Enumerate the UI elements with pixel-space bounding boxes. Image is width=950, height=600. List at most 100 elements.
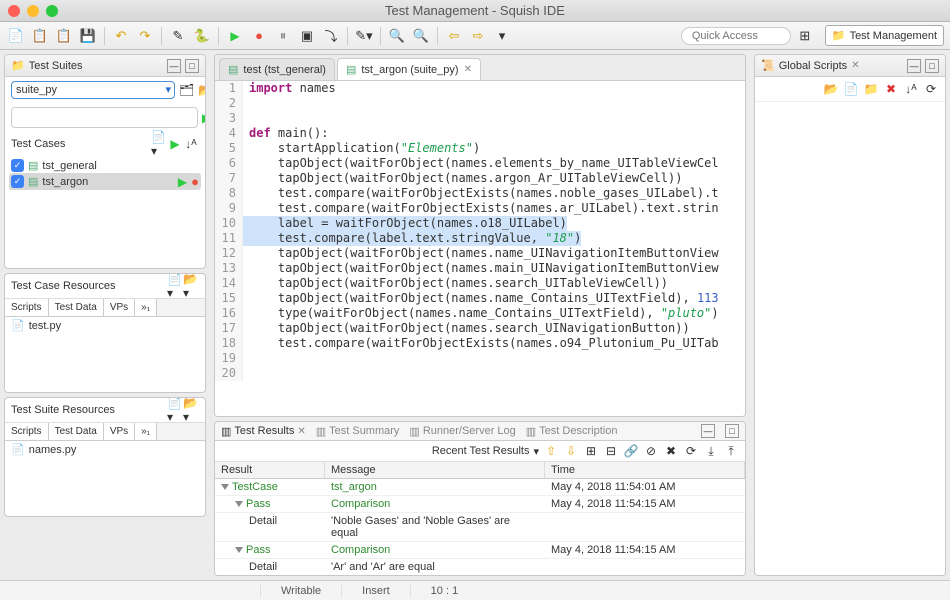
result-row[interactable]: TestCase tst_argon May 4, 2018 11:54:01 …: [215, 479, 745, 496]
new-icon[interactable]: 📄: [6, 26, 26, 46]
minimize-view-icon[interactable]: —: [167, 59, 181, 73]
resource-tab[interactable]: Test Data: [49, 423, 104, 440]
python-icon[interactable]: 🐍: [192, 26, 212, 46]
results-tab[interactable]: ▥Test Description: [526, 425, 618, 438]
editor-tab[interactable]: ▤ tst_argon (suite_py)✕: [337, 58, 481, 80]
result-row[interactable]: Detail 'Ar' and 'Ar' are equal: [215, 559, 745, 575]
dropdown-icon[interactable]: ▾: [533, 445, 539, 458]
quick-access-input[interactable]: [681, 27, 791, 45]
collapse-icon[interactable]: ⊟: [603, 443, 619, 459]
save-icon[interactable]: 💾: [78, 26, 98, 46]
nav-dropdown-icon[interactable]: ▾: [492, 26, 512, 46]
resource-tab[interactable]: VPs: [104, 299, 135, 316]
zoom-in-icon[interactable]: 🔍: [411, 26, 431, 46]
record-icon[interactable]: ●: [191, 174, 199, 189]
wand-icon[interactable]: ✎: [168, 26, 188, 46]
checkbox-icon[interactable]: ✓: [11, 159, 24, 172]
open-perspective-icon[interactable]: ⊞: [795, 26, 815, 46]
perspective-button[interactable]: 📁 Test Management: [825, 25, 944, 46]
maximize-view-icon[interactable]: □: [925, 59, 939, 73]
undo-icon[interactable]: ↶: [111, 26, 131, 46]
suite-settings-icon[interactable]: 🗂: [179, 82, 194, 98]
arrow-down-icon[interactable]: ⇩: [563, 443, 579, 459]
sort-icon[interactable]: ↓ᴬ: [183, 136, 199, 152]
suite-resource-file-item[interactable]: 📄 names.py: [5, 441, 205, 458]
open-resource-icon[interactable]: 📂▾: [183, 278, 199, 294]
resource-tab[interactable]: VPs: [104, 423, 135, 440]
resource-tab[interactable]: Test Data: [49, 299, 104, 316]
new-icon[interactable]: 📄: [843, 81, 859, 97]
test-case-row[interactable]: ✓ ▤ tst_general: [9, 158, 201, 173]
run-icon[interactable]: ▶: [178, 175, 187, 189]
code-editor[interactable]: 1import names234def main():5 startApplic…: [215, 81, 745, 416]
maximize-view-icon[interactable]: □: [185, 59, 199, 73]
status-insert: Insert: [341, 585, 410, 597]
filter-icon[interactable]: ⊘: [643, 443, 659, 459]
close-icon[interactable]: ✕: [297, 426, 305, 437]
refresh-icon[interactable]: ⟳: [923, 81, 939, 97]
delete-icon[interactable]: ✖: [883, 81, 899, 97]
open-suite-resource-icon[interactable]: 📂▾: [183, 402, 199, 418]
close-icon[interactable]: ✕: [464, 64, 472, 75]
resource-tab[interactable]: Scripts: [5, 423, 49, 440]
editor-tab[interactable]: ▤ test (tst_general): [219, 58, 335, 80]
zoom-out-icon[interactable]: 🔍: [387, 26, 407, 46]
link-icon[interactable]: 🔗: [623, 443, 639, 459]
filter-input[interactable]: [11, 107, 198, 128]
result-row[interactable]: Pass Comparison May 4, 2018 11:54:15 AM: [215, 542, 745, 559]
run-cases-icon[interactable]: ▶: [167, 136, 183, 152]
results-tab[interactable]: ▥Test Summary: [316, 425, 400, 438]
recent-results-label[interactable]: Recent Test Results: [432, 445, 530, 457]
checkbox-icon[interactable]: ✓: [11, 175, 24, 188]
result-row[interactable]: Pass Comparison May 4, 2018 11:54:15 AM: [215, 496, 745, 513]
col-message[interactable]: Message: [325, 462, 545, 478]
expand-icon[interactable]: ⊞: [583, 443, 599, 459]
suite-resource-tabs: ScriptsTest DataVPs»₁: [5, 423, 205, 441]
paste-icon[interactable]: 📋: [54, 26, 74, 46]
test-case-row[interactable]: ✓ ▤ tst_argon ▶ ●: [9, 173, 201, 190]
import-icon[interactable]: ⤒: [723, 443, 739, 459]
minimize-results-icon[interactable]: —: [701, 424, 715, 438]
close-icon[interactable]: ✕: [851, 60, 859, 71]
ref-icon[interactable]: ⟳: [683, 443, 699, 459]
open-icon[interactable]: 📂: [823, 81, 839, 97]
new-suite-resource-icon[interactable]: 📄▾: [167, 402, 183, 418]
run-suite-icon[interactable]: ▶: [202, 110, 206, 126]
file-icon: ▤: [228, 63, 238, 76]
statusbar: Writable Insert 10 : 1: [0, 580, 950, 600]
results-tab[interactable]: ▥Test Results ✕: [221, 425, 306, 438]
sort-icon[interactable]: ↓ᴬ: [903, 81, 919, 97]
more-tabs-icon[interactable]: »₁: [135, 299, 157, 316]
new-resource-icon[interactable]: 📄▾: [167, 278, 183, 294]
more-tabs-icon[interactable]: »₁: [135, 423, 157, 440]
pause-icon[interactable]: ⏸: [273, 26, 293, 46]
results-tab[interactable]: ▥Runner/Server Log: [409, 425, 515, 438]
clear-icon[interactable]: ✖: [663, 443, 679, 459]
run-icon[interactable]: ▶: [225, 26, 245, 46]
maximize-results-icon[interactable]: □: [725, 424, 739, 438]
minimize-view-icon[interactable]: —: [907, 59, 921, 73]
step-icon[interactable]: ⤵: [321, 26, 341, 46]
global-scripts-title: Global Scripts: [779, 60, 847, 72]
suite-select[interactable]: [11, 81, 175, 99]
redo-icon[interactable]: ↷: [135, 26, 155, 46]
resource-tab[interactable]: Scripts: [5, 299, 49, 316]
copy-icon[interactable]: 📋: [30, 26, 50, 46]
resource-file-item[interactable]: 📄 test.py: [5, 317, 205, 334]
col-time[interactable]: Time: [545, 462, 745, 478]
folder-icon[interactable]: 📁: [863, 81, 879, 97]
new-case-icon[interactable]: 📄▾: [151, 136, 167, 152]
export-icon[interactable]: ⤓: [703, 443, 719, 459]
launch-icon[interactable]: ▣: [297, 26, 317, 46]
record-icon[interactable]: ●: [249, 26, 269, 46]
suite-open-icon[interactable]: 📂: [198, 82, 206, 98]
highlight-icon[interactable]: ✎▾: [354, 26, 374, 46]
result-row[interactable]: Detail 'Noble Gases' and 'Noble Gases' a…: [215, 513, 745, 542]
tab-icon: ▥: [316, 425, 326, 438]
col-result[interactable]: Result: [215, 462, 325, 478]
arrow-up-icon[interactable]: ⇧: [543, 443, 559, 459]
status-position: 10 : 1: [410, 585, 479, 597]
nav-fwd-icon[interactable]: ⇨: [468, 26, 488, 46]
tab-icon: ▥: [409, 425, 419, 438]
nav-back-icon[interactable]: ⇦: [444, 26, 464, 46]
